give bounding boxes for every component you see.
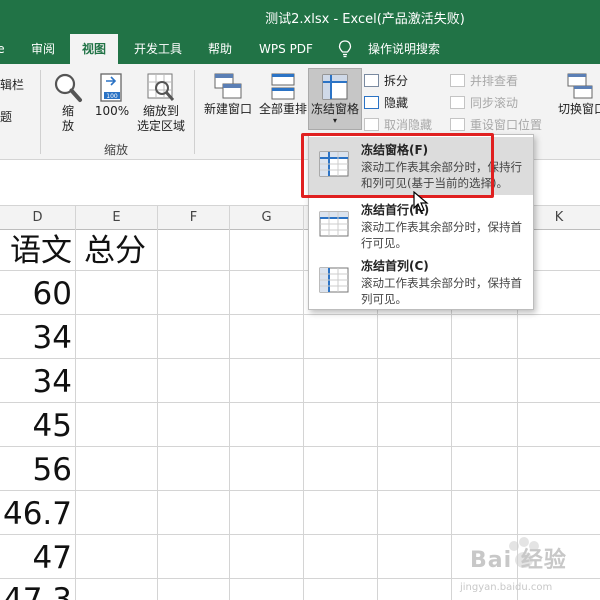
unhide-icon bbox=[364, 118, 379, 131]
column-header-f[interactable]: F bbox=[158, 206, 230, 230]
tab-view[interactable]: 视图 bbox=[70, 34, 118, 64]
split-icon bbox=[364, 74, 379, 87]
tab-developer[interactable]: 开发工具 bbox=[124, 34, 192, 64]
freeze-top-row-icon bbox=[319, 211, 349, 237]
tab-tell-me[interactable]: 操作说明搜索 bbox=[356, 34, 452, 64]
arrange-all-button[interactable]: 全部重排 bbox=[256, 70, 310, 130]
ribbon-tabs: e 审阅 视图 开发工具 帮助 WPS PDF 操作说明搜索 bbox=[0, 34, 600, 64]
new-window-icon bbox=[214, 73, 242, 99]
grid-line bbox=[0, 446, 600, 447]
sync-scroll-label: 同步滚动 bbox=[470, 96, 519, 110]
menu-item-title: 冻结首列(C) bbox=[361, 259, 429, 273]
zoom-selection-icon bbox=[147, 73, 175, 101]
new-window-button[interactable]: 新建窗口 bbox=[200, 70, 256, 130]
headings-checkbox[interactable]: 题 bbox=[0, 110, 30, 125]
cell-d7[interactable]: 46.7 bbox=[0, 494, 72, 534]
zoom-100-button[interactable]: 100 100% bbox=[92, 70, 132, 136]
freeze-panes-content[interactable]: 冻结窗格 ▾ bbox=[308, 70, 362, 130]
window-title: 测试2.xlsx - Excel(产品激活失败) bbox=[265, 12, 465, 27]
cell-d8[interactable]: 47 bbox=[0, 538, 72, 578]
chevron-down-icon: ▾ bbox=[332, 116, 337, 125]
tab-review[interactable]: 审阅 bbox=[22, 34, 64, 64]
lightbulb-icon bbox=[338, 40, 352, 58]
watermark-text: Bai 经验 bbox=[470, 548, 567, 573]
zoom-to-selection-button[interactable]: 缩放到 选定区域 bbox=[134, 70, 188, 136]
reset-position-label: 重设窗口位置 bbox=[470, 118, 543, 132]
reset-position-icon bbox=[450, 118, 465, 131]
zoom-100-icon: 100 bbox=[100, 73, 122, 102]
cell-d9[interactable]: 47.3 bbox=[0, 580, 72, 600]
tab-help[interactable]: 帮助 bbox=[198, 34, 242, 64]
zoom-100-label: 100% bbox=[94, 104, 130, 118]
column-header-d[interactable]: D bbox=[0, 206, 76, 230]
tab-partial[interactable]: e bbox=[0, 34, 8, 64]
column-header-g[interactable]: G bbox=[230, 206, 304, 230]
grid-line bbox=[157, 230, 158, 600]
switch-windows-icon bbox=[567, 73, 593, 99]
menu-item-desc: 滚动工作表其余部分时，保持首行可见。 bbox=[361, 220, 522, 250]
grid-line bbox=[0, 402, 600, 403]
freeze-first-column-icon bbox=[319, 267, 349, 293]
reset-position-button[interactable]: 重设窗口位置 bbox=[450, 116, 542, 134]
arrange-all-label: 全部重排 bbox=[258, 102, 307, 116]
hide-button[interactable]: 隐藏 bbox=[364, 94, 408, 112]
separator bbox=[194, 70, 195, 154]
cell-d1[interactable]: 语文 bbox=[0, 231, 72, 271]
column-header-e[interactable]: E bbox=[76, 206, 158, 230]
arrange-all-icon bbox=[271, 73, 295, 100]
watermark-url: jingyan.baidu.com bbox=[460, 582, 553, 593]
freeze-panes-icon bbox=[322, 74, 348, 100]
mouse-cursor-icon bbox=[413, 191, 429, 212]
sync-scroll-button[interactable]: 同步滚动 bbox=[450, 94, 518, 112]
cell-d2[interactable]: 60 bbox=[0, 274, 72, 314]
zoom-label: 缩 放 bbox=[61, 104, 74, 133]
cell-d4[interactable]: 34 bbox=[0, 362, 72, 402]
side-by-side-icon bbox=[450, 74, 465, 87]
grid-line bbox=[303, 230, 304, 600]
menu-item-desc: 滚动工作表其余部分时，保持首列可见。 bbox=[361, 276, 522, 306]
cell-d5[interactable]: 45 bbox=[0, 406, 72, 446]
new-window-label: 新建窗口 bbox=[203, 102, 252, 116]
unhide-label: 取消隐藏 bbox=[384, 118, 433, 132]
tab-wps-pdf[interactable]: WPS PDF bbox=[250, 34, 322, 64]
cell-e1[interactable]: 总分 bbox=[84, 231, 146, 271]
hide-icon bbox=[364, 96, 379, 109]
separator bbox=[40, 70, 41, 154]
title-bar: 测试2.xlsx - Excel(产品激活失败) bbox=[0, 0, 600, 34]
hide-label: 隐藏 bbox=[384, 96, 409, 110]
side-by-side-label: 并排查看 bbox=[470, 74, 519, 88]
freeze-panes-label: 冻结窗格 bbox=[310, 102, 359, 116]
svg-text:100: 100 bbox=[106, 93, 118, 100]
grid-line bbox=[0, 314, 600, 315]
sync-scroll-icon bbox=[450, 96, 465, 109]
switch-windows-button[interactable]: 切换窗口 bbox=[556, 70, 600, 130]
switch-windows-label: 切换窗口 bbox=[558, 102, 600, 116]
split-label: 拆分 bbox=[384, 74, 409, 88]
view-side-by-side-button[interactable]: 并排查看 bbox=[450, 72, 518, 90]
zoom-group-label: 缩放 bbox=[104, 143, 129, 157]
menu-item-freeze-first-column[interactable]: 冻结首列(C) 滚动工作表其余部分时，保持首列可见。 bbox=[309, 253, 533, 311]
grid-line bbox=[0, 490, 600, 491]
formula-bar-checkbox[interactable]: 辑栏 bbox=[0, 78, 30, 93]
cell-d6[interactable]: 56 bbox=[0, 450, 72, 490]
magnifier-icon bbox=[54, 73, 82, 102]
zoom-button[interactable]: 缩 放 bbox=[48, 70, 88, 136]
zoom-selection-label: 缩放到 选定区域 bbox=[136, 104, 185, 133]
grid-line bbox=[229, 230, 230, 600]
unhide-button[interactable]: 取消隐藏 bbox=[364, 116, 432, 134]
grid-line bbox=[75, 230, 76, 600]
split-button[interactable]: 拆分 bbox=[364, 72, 408, 90]
grid-line bbox=[0, 358, 600, 359]
cell-d3[interactable]: 34 bbox=[0, 318, 72, 358]
highlight-box bbox=[301, 133, 494, 198]
